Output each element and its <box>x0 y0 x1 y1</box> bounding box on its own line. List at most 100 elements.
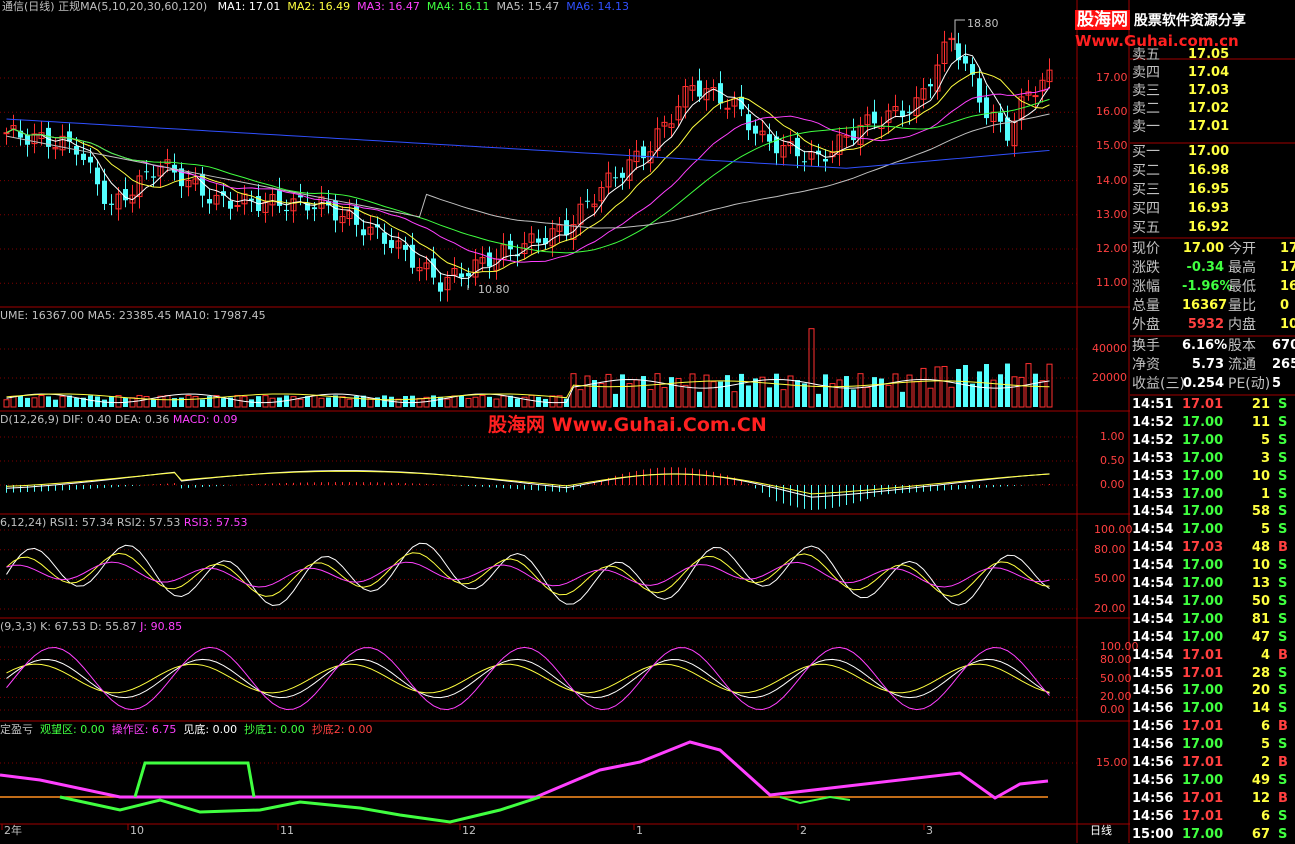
tick-side: S <box>1278 558 1288 574</box>
tick-volume: 47 <box>1251 629 1270 645</box>
quote-stat-row: 涨幅 -1.96% 最低 16 <box>1130 278 1295 296</box>
tick-price: 17.00 <box>1182 772 1224 788</box>
tick-time: 14:56 <box>1132 683 1174 699</box>
stat-label: 收益(三) <box>1132 376 1185 392</box>
period-button[interactable]: 日线 <box>1090 824 1112 838</box>
tick-row[interactable]: 14:54 17.00 5 S <box>1130 521 1295 539</box>
tick-row[interactable]: 14:52 17.00 11 S <box>1130 414 1295 432</box>
tick-row[interactable]: 14:54 17.00 13 S <box>1130 575 1295 593</box>
order-book-row[interactable]: 买五 16.92 <box>1130 219 1295 237</box>
x-tick: 1 <box>636 824 643 837</box>
quote-stat-row: 现价 17.00 今开 17 <box>1130 240 1295 258</box>
tick-row[interactable]: 14:56 17.00 14 S <box>1130 700 1295 718</box>
rsi-tick: 50.00 <box>1094 572 1126 586</box>
stat-value-2: 10 <box>1280 317 1295 332</box>
tick-row[interactable]: 14:54 17.03 48 B <box>1130 539 1295 557</box>
tick-time: 14:56 <box>1132 737 1174 753</box>
tick-price: 17.01 <box>1182 719 1224 735</box>
profit-item: 定盈亏 <box>0 723 33 736</box>
tick-price: 17.00 <box>1182 826 1224 842</box>
tick-row[interactable]: 14:53 17.00 1 S <box>1130 486 1295 504</box>
tick-row[interactable]: 14:54 17.01 4 B <box>1130 647 1295 665</box>
tick-row[interactable]: 14:56 17.00 49 S <box>1130 772 1295 790</box>
tick-side: B <box>1278 540 1288 556</box>
tick-side: S <box>1278 468 1288 484</box>
macd-header-a: D(12,26,9) DIF: 0.40 DEA: 0.36 <box>0 413 170 426</box>
tick-row[interactable]: 14:53 17.00 10 S <box>1130 468 1295 486</box>
profit-header: 定盈亏 观望区: 0.00 操作区: 6.75 见底: 0.00 抄底1: 0.00 抄底… <box>0 723 380 737</box>
order-book-row[interactable]: 卖五 17.05 <box>1130 46 1295 64</box>
stat-value: 16367 <box>1182 298 1228 313</box>
profit-item: 抄底1: 0.00 <box>244 723 305 736</box>
ma-value: MA4: 16.11 <box>426 0 490 13</box>
tick-price: 17.01 <box>1182 397 1224 412</box>
tick-price: 17.00 <box>1182 576 1224 591</box>
brand-logo[interactable]: 股海网 股票软件资源分享 Www.Guhai.com.cn <box>1075 5 1246 50</box>
tick-volume: 1 <box>1260 486 1270 502</box>
tick-side: S <box>1278 450 1288 466</box>
stat-label-2: 今开 <box>1228 241 1256 257</box>
tick-row[interactable]: 14:51 17.01 21 S <box>1130 396 1295 414</box>
order-book-row[interactable]: 卖一 17.01 <box>1130 118 1295 136</box>
tick-row[interactable]: 14:54 17.00 10 S <box>1130 557 1295 575</box>
tick-side: S <box>1278 683 1288 699</box>
macd-header: D(12,26,9) DIF: 0.40 DEA: 0.36 MACD: 0.0… <box>0 413 238 427</box>
stat-value: 17.00 <box>1182 241 1224 256</box>
order-book-row[interactable]: 买四 16.93 <box>1130 200 1295 218</box>
order-book-row[interactable]: 卖四 17.04 <box>1130 64 1295 82</box>
tick-time: 14:56 <box>1132 719 1174 735</box>
tick-volume: 12 <box>1251 790 1270 806</box>
tick-row[interactable]: 14:54 17.00 81 S <box>1130 611 1295 629</box>
order-book-row[interactable]: 买二 16.98 <box>1130 162 1295 180</box>
tick-volume: 5 <box>1260 737 1270 753</box>
macd-tick: 0.00 <box>1100 478 1125 491</box>
tick-volume: 49 <box>1251 772 1270 788</box>
tick-row[interactable]: 14:55 17.01 28 S <box>1130 665 1295 683</box>
order-book-row[interactable]: 卖三 17.03 <box>1130 82 1295 100</box>
ma-value: MA1: 17.01 <box>217 0 281 13</box>
stat-label-2: 股本 <box>1228 338 1256 354</box>
tick-price: 17.01 <box>1182 790 1224 806</box>
order-book-price: 17.03 <box>1188 83 1230 98</box>
tick-row[interactable]: 14:52 17.00 5 S <box>1130 432 1295 450</box>
tick-time: 14:52 <box>1132 432 1174 448</box>
tick-row[interactable]: 14:54 17.00 50 S <box>1130 593 1295 611</box>
tick-time: 14:54 <box>1132 647 1174 663</box>
stat-value-2: 17 <box>1280 241 1295 256</box>
tick-volume: 10 <box>1251 468 1270 484</box>
stat-label-2: 最低 <box>1228 279 1256 295</box>
tick-row[interactable]: 14:53 17.00 3 S <box>1130 450 1295 468</box>
tick-time: 15:00 <box>1132 826 1174 842</box>
stat-value: 0.254 <box>1182 376 1224 391</box>
stat-label: 现价 <box>1132 241 1160 257</box>
stat-label: 涨跌 <box>1132 260 1160 276</box>
tick-row[interactable]: 14:54 17.00 58 S <box>1130 503 1295 521</box>
order-book-row[interactable]: 买三 16.95 <box>1130 181 1295 199</box>
tick-side: B <box>1278 755 1288 770</box>
ma-value: MA3: 16.47 <box>357 0 420 13</box>
tick-side: S <box>1278 414 1288 430</box>
tick-price: 17.00 <box>1182 629 1224 645</box>
tick-side: S <box>1278 593 1288 609</box>
tick-price: 17.03 <box>1182 540 1224 556</box>
stat-label: 外盘 <box>1132 317 1160 333</box>
tick-row[interactable]: 14:56 17.00 20 S <box>1130 682 1295 700</box>
tick-row[interactable]: 14:56 17.01 12 B <box>1130 790 1295 808</box>
tick-volume: 10 <box>1251 558 1270 574</box>
order-book-row[interactable]: 买一 17.00 <box>1130 143 1295 161</box>
tick-row[interactable]: 14:56 17.01 6 B <box>1130 718 1295 736</box>
profit-item: 操作区: 6.75 <box>111 723 177 736</box>
tick-price: 17.01 <box>1182 808 1224 824</box>
tick-row[interactable]: 14:54 17.00 47 S <box>1130 629 1295 647</box>
tick-volume: 3 <box>1260 450 1270 466</box>
profit-item: 观望区: 0.00 <box>40 723 105 736</box>
tick-volume: 67 <box>1251 826 1270 842</box>
rsi-tick: 80.00 <box>1094 542 1126 556</box>
tick-row[interactable]: 14:56 17.01 6 S <box>1130 808 1295 826</box>
tick-row[interactable]: 14:56 17.00 5 S <box>1130 736 1295 754</box>
order-book-label: 卖三 <box>1132 83 1160 99</box>
tick-row[interactable]: 15:00 17.00 67 S <box>1130 826 1295 844</box>
tick-price: 17.00 <box>1182 450 1224 466</box>
tick-row[interactable]: 14:56 17.01 2 B <box>1130 754 1295 772</box>
order-book-row[interactable]: 卖二 17.02 <box>1130 100 1295 118</box>
